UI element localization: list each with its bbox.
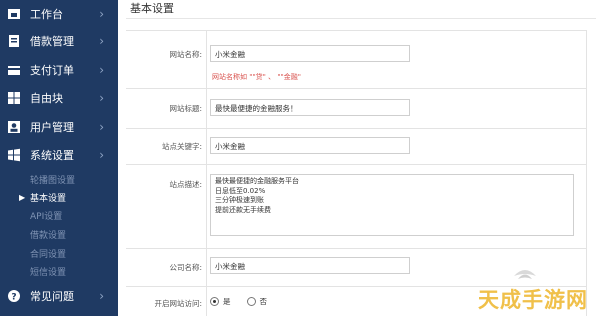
radio-yes-label: 是 <box>223 297 231 306</box>
row-divider <box>126 128 586 129</box>
chevron-right-icon: › <box>99 63 104 77</box>
submenu-label: 合同设置 <box>30 249 67 260</box>
sidebar-item-label: 常见问题 <box>30 290 74 303</box>
chevron-right-icon: › <box>99 34 104 48</box>
submenu-item-carousel[interactable]: 轮播图设置 <box>0 170 118 188</box>
chevron-right-icon: › <box>99 289 104 303</box>
sidebar-item-label: 支付订单 <box>30 64 74 77</box>
active-marker-icon: ▶ <box>19 192 26 202</box>
site-title-label: 网站标题: <box>169 104 202 113</box>
submenu-item-api[interactable]: API设置 <box>0 206 118 224</box>
site-open-no-option[interactable]: 否 <box>246 296 268 307</box>
sidebar: 工作台 › 借款管理 › 支付订单 › 自由块 › 用户管理 › 系统设置 › … <box>0 0 118 316</box>
site-title-input[interactable]: 最快最便捷的金融服务！ <box>210 99 410 116</box>
site-name-hint: 网站名称如 ""贷" 、 ""金融" <box>212 73 301 81</box>
form-divider <box>586 30 587 316</box>
card-icon <box>8 66 20 75</box>
company-label: 公司名称: <box>169 263 202 272</box>
chevron-right-icon: › <box>99 120 104 134</box>
submenu-label: 短信设置 <box>30 267 67 278</box>
document-icon <box>9 35 19 47</box>
watermark-text: 天成手游网 <box>478 288 588 312</box>
radio-no[interactable] <box>246 297 256 306</box>
watermark-logo-icon <box>514 270 536 279</box>
sidebar-item-faq[interactable]: ? 常见问题 › <box>0 282 118 310</box>
title-divider <box>126 18 596 19</box>
grid-icon <box>8 92 20 104</box>
keywords-input[interactable]: 小米金融 <box>210 137 410 154</box>
description-line: 提前还款无手续费 <box>215 205 271 214</box>
svg-text:?: ? <box>11 292 16 302</box>
keywords-label: 站点关键字: <box>161 142 202 151</box>
chevron-right-icon: › <box>99 7 104 21</box>
site-open-label: 开启网站访问: <box>154 299 202 308</box>
site-open-radio-group: 是 否 <box>210 296 283 307</box>
row-divider <box>126 164 586 165</box>
sidebar-item-free-blocks[interactable]: 自由块 › <box>0 84 118 112</box>
site-open-yes-option[interactable]: 是 <box>210 296 231 307</box>
submenu-item-sms[interactable]: 短信设置 <box>0 262 118 280</box>
submenu-item-contract[interactable]: 合同设置 <box>0 244 118 262</box>
chevron-right-icon: › <box>99 91 104 105</box>
chevron-right-icon: › <box>99 148 104 162</box>
radio-yes[interactable] <box>210 297 219 306</box>
sidebar-item-loans[interactable]: 借款管理 › <box>0 27 118 55</box>
submenu-label: 轮播图设置 <box>30 175 76 186</box>
page-title: 基本设置 <box>130 2 174 15</box>
home-icon <box>8 9 20 19</box>
help-icon: ? <box>8 290 20 302</box>
sidebar-item-users[interactable]: 用户管理 › <box>0 113 118 141</box>
submenu-label: 基本设置 <box>30 193 67 204</box>
submenu-item-basic-settings[interactable]: ▶ 基本设置 <box>0 188 118 206</box>
description-line: 最快最便捷的金融服务平台 <box>215 177 299 185</box>
site-name-input[interactable]: 小米金融 <box>210 45 410 62</box>
row-divider <box>126 88 586 89</box>
description-line: 三分钟极速到账 <box>215 196 264 205</box>
sidebar-item-label: 借款管理 <box>30 35 74 48</box>
row-divider <box>126 248 586 249</box>
site-name-label: 网站名称: <box>169 50 202 59</box>
description-line: 日息低至0.02% <box>215 186 266 195</box>
sidebar-item-settings[interactable]: 系统设置 › <box>0 141 118 169</box>
sidebar-item-payments[interactable]: 支付订单 › <box>0 56 118 84</box>
sidebar-item-workbench[interactable]: 工作台 › <box>0 0 118 28</box>
sidebar-item-label: 系统设置 <box>30 149 74 162</box>
radio-no-label: 否 <box>259 297 268 306</box>
row-divider <box>126 30 586 31</box>
company-input[interactable]: 小米金融 <box>210 257 410 274</box>
submenu-label: API设置 <box>30 211 63 222</box>
form-divider <box>206 30 207 316</box>
sidebar-item-label: 自由块 <box>30 92 63 105</box>
description-textarea[interactable]: 最快最便捷的金融服务平台 日息低至0.02% 三分钟极速到账 提前还款无手续费 <box>210 174 574 236</box>
sidebar-item-label: 用户管理 <box>30 121 74 134</box>
submenu-label: 借款设置 <box>30 230 67 241</box>
sidebar-item-label: 工作台 <box>30 8 63 21</box>
description-label: 站点描述: <box>169 180 202 189</box>
user-icon <box>8 121 20 133</box>
submenu-item-loan-settings[interactable]: 借款设置 <box>0 225 118 243</box>
windows-icon <box>8 148 20 162</box>
